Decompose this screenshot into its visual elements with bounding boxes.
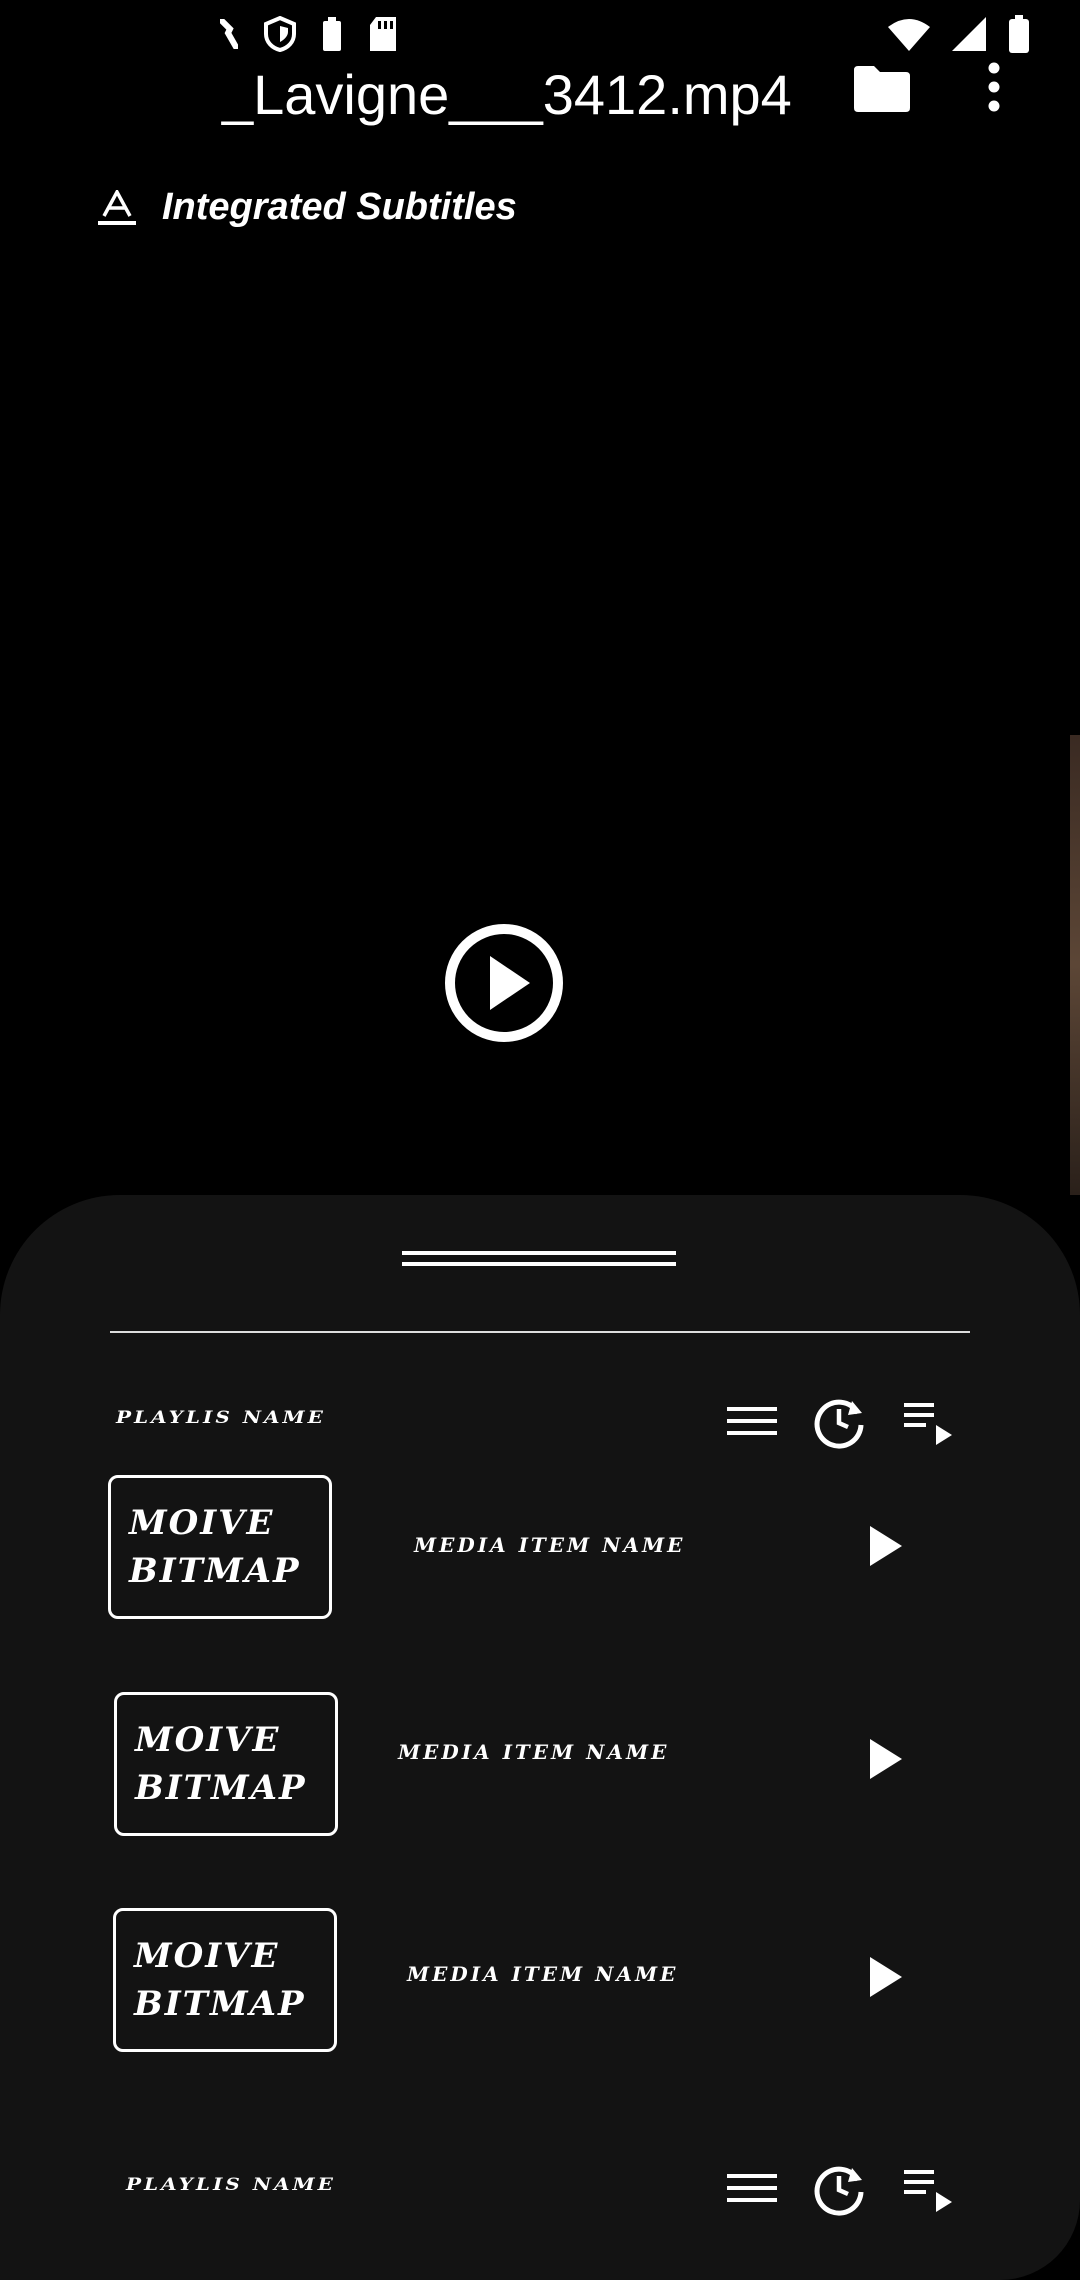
more-vertical-icon[interactable]: [982, 62, 1006, 112]
playlist-name: PLAYLIS NAME: [116, 1407, 326, 1428]
queue-play-icon[interactable]: [900, 2160, 956, 2216]
thumbnail-line-2: BITMAP: [134, 1984, 306, 2024]
media-thumbnail: MOIVE BITMAP: [108, 1475, 332, 1619]
sheet-divider: [110, 1331, 970, 1333]
playlist-header: PLAYLIS NAME: [110, 2160, 970, 2220]
media-item-name: MEDIA ITEM NAME: [414, 1533, 686, 1557]
play-icon[interactable]: [866, 1954, 906, 2000]
subtitles-icon: [98, 189, 136, 225]
folder-icon[interactable]: [852, 64, 912, 114]
subtitles-label: Integrated Subtitles: [162, 186, 517, 228]
shield-icon: [264, 16, 296, 52]
play-icon[interactable]: [866, 1736, 906, 1782]
playlist-bottom-sheet: PLAYLIS NAME MOIVE BITMAP MEDIA ITEM NAM…: [0, 1195, 1080, 2280]
media-item-name: MEDIA ITEM NAME: [407, 1962, 679, 1986]
list-item[interactable]: MOIVE BITMAP MEDIA ITEM NAME: [113, 1908, 1013, 2058]
thumbnail-line-2: BITMAP: [135, 1768, 307, 1808]
wifi-icon: [888, 19, 930, 51]
media-thumbnail: MOIVE BITMAP: [113, 1908, 337, 2052]
signal-icon: [952, 17, 986, 51]
media-thumbnail: MOIVE BITMAP: [114, 1692, 338, 1836]
menu-icon[interactable]: [724, 2160, 780, 2216]
thumbnail-line-1: MOIVE: [135, 1720, 281, 1760]
video-surface[interactable]: [0, 230, 1080, 1230]
playlist-name: PLAYLIS NAME: [126, 2174, 336, 2195]
list-item[interactable]: MOIVE BITMAP MEDIA ITEM NAME: [108, 1475, 1008, 1625]
video-title: _Lavigne___3412.mp4: [222, 63, 792, 126]
list-item[interactable]: MOIVE BITMAP MEDIA ITEM NAME: [114, 1692, 1014, 1842]
play-circle-icon[interactable]: [444, 918, 564, 1048]
status-bar-left: [220, 14, 398, 54]
video-edge-frame: [1070, 735, 1080, 1195]
play-icon[interactable]: [866, 1523, 906, 1569]
history-icon[interactable]: [812, 1393, 868, 1449]
app-screen: _Lavigne___3412.mp4 Integrated Subtitles…: [0, 0, 1080, 2280]
queue-play-icon[interactable]: [900, 1393, 956, 1449]
playlist-header: PLAYLIS NAME: [110, 1393, 970, 1453]
sd-card-icon: [370, 17, 396, 51]
history-icon[interactable]: [812, 2160, 868, 2216]
thumbnail-line-2: BITMAP: [129, 1551, 301, 1591]
thumbnail-line-1: MOIVE: [129, 1503, 275, 1543]
sheet-drag-handle[interactable]: [402, 1251, 676, 1269]
phone-icon: [220, 19, 238, 49]
menu-icon[interactable]: [724, 1393, 780, 1449]
thumbnail-line-1: MOIVE: [134, 1936, 280, 1976]
battery-icon: [1009, 15, 1029, 53]
status-bar-right: [888, 14, 1030, 54]
media-item-name: MEDIA ITEM NAME: [398, 1740, 670, 1764]
subtitles-toggle[interactable]: Integrated Subtitles: [96, 186, 517, 229]
battery-small-icon: [323, 17, 341, 51]
